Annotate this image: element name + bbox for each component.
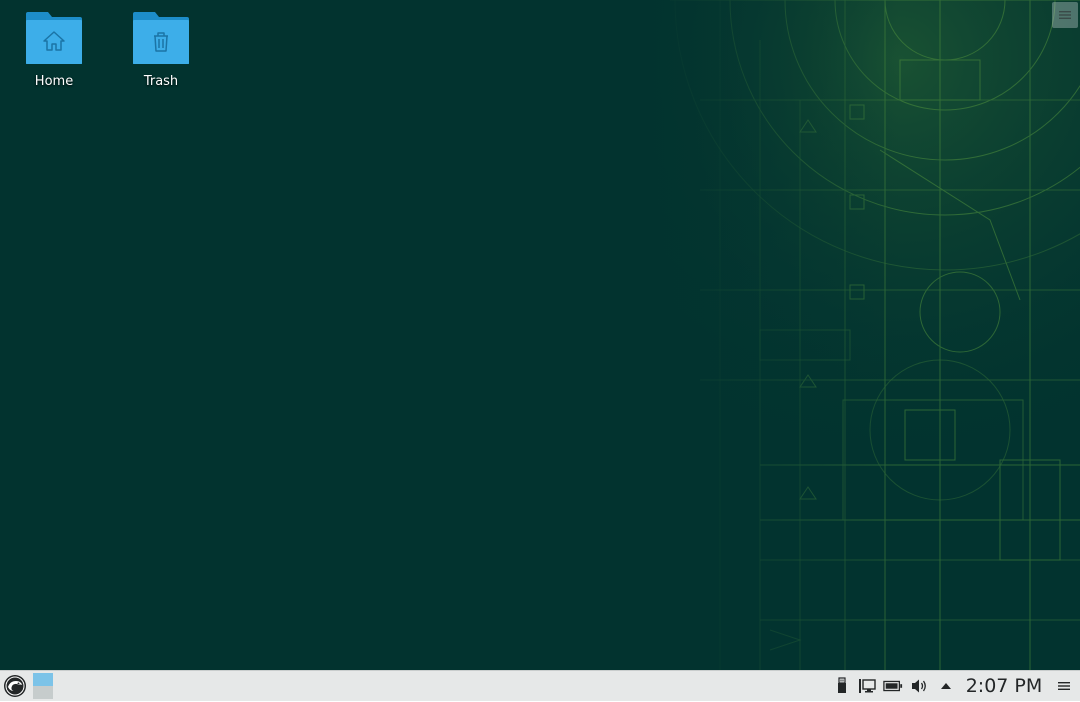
pager-desktop-2[interactable]: [33, 686, 53, 699]
virtual-desktop-pager[interactable]: [33, 673, 53, 699]
tray-usb-device[interactable]: [832, 677, 852, 695]
desktop-icon-label: Trash: [143, 74, 179, 89]
volume-icon: [912, 679, 926, 693]
usb-device-icon: [838, 677, 846, 693]
expand-tray-arrow-icon: [941, 683, 951, 689]
opensuse-chameleon-icon: [4, 675, 26, 697]
desktop-icon-label: Home: [34, 74, 74, 89]
wallpaper: [600, 0, 1080, 670]
panel-options-button[interactable]: [1054, 677, 1074, 695]
hamburger-menu-icon: [1058, 682, 1070, 690]
desktop-icon-trash[interactable]: Trash: [111, 10, 211, 100]
hamburger-menu-icon: [1059, 11, 1071, 19]
desktop-icon-home[interactable]: Home: [4, 10, 104, 100]
digital-clock[interactable]: 2:07 PM: [958, 674, 1050, 698]
desktop-toolbox-button[interactable]: [1052, 2, 1078, 28]
tray-battery[interactable]: [883, 677, 903, 695]
home-folder-icon: [26, 12, 82, 64]
taskbar-panel: 2:07 PM: [0, 670, 1080, 701]
network-icon: [859, 679, 876, 693]
trash-folder-icon: [133, 12, 189, 64]
tray-expand-button[interactable]: [936, 677, 956, 695]
tray-network[interactable]: [857, 677, 877, 695]
tray-volume[interactable]: [909, 677, 929, 695]
application-launcher-button[interactable]: [3, 674, 27, 698]
desktop[interactable]: Home Trash: [0, 0, 1080, 670]
battery-icon: [883, 680, 903, 692]
pager-desktop-1[interactable]: [33, 673, 53, 686]
